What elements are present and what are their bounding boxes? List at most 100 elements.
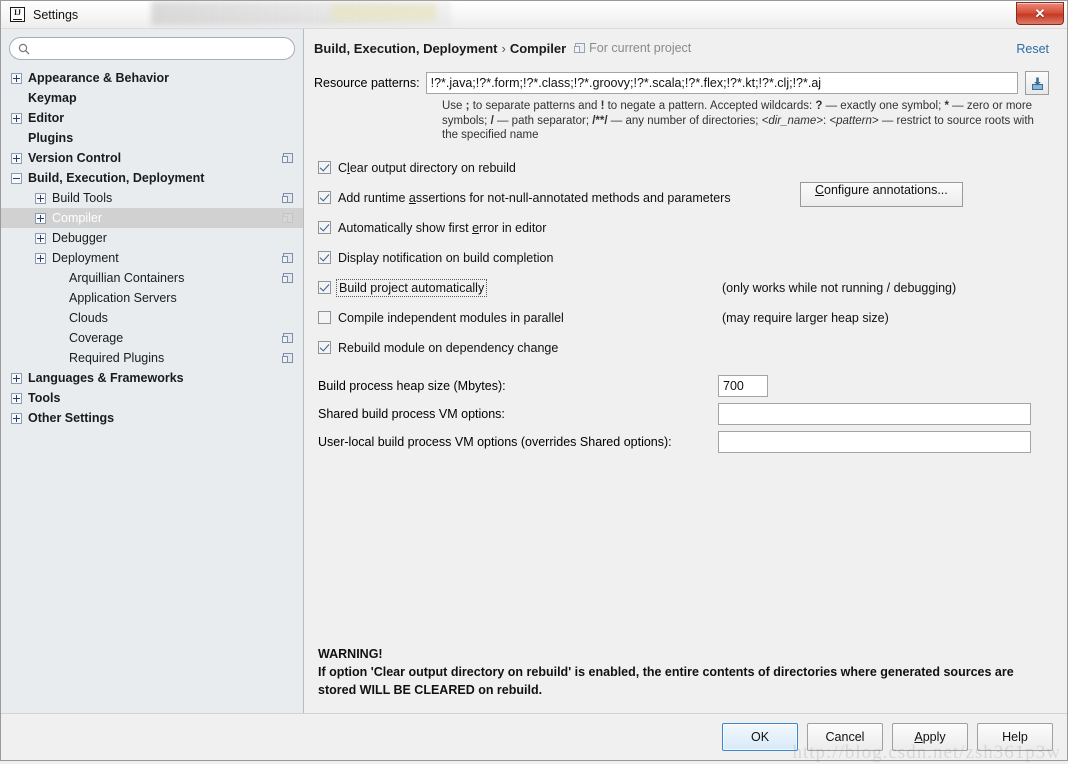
- checkbox-label[interactable]: Compile independent modules in parallel: [338, 311, 564, 325]
- field-label: Build process heap size (Mbytes):: [318, 378, 506, 393]
- expand-icon[interactable]: [11, 152, 22, 164]
- import-to-project-icon[interactable]: [1025, 71, 1049, 95]
- sidebar-item-compiler[interactable]: Compiler: [1, 208, 303, 228]
- sidebar-item-label: Appearance & Behavior: [28, 71, 170, 85]
- sidebar-item-label: Tools: [28, 391, 61, 405]
- field-input-shared-build-process-vm-options[interactable]: [718, 402, 1031, 425]
- sidebar-item-label: Other Settings: [28, 411, 115, 425]
- checkbox-label[interactable]: Display notification on build completion: [338, 251, 553, 265]
- sidebar-item-clouds[interactable]: Clouds: [1, 308, 303, 328]
- hint-t1: Use: [442, 100, 466, 112]
- tree-spacer-icon: [52, 333, 63, 344]
- sidebar-item-languages-frameworks[interactable]: Languages & Frameworks: [1, 368, 303, 388]
- sidebar-item-required-plugins[interactable]: Required Plugins: [1, 348, 303, 368]
- sidebar-item-label: Languages & Frameworks: [28, 371, 184, 385]
- project-scope-icon: [282, 253, 293, 263]
- sidebar-item-build-tools[interactable]: Build Tools: [1, 188, 303, 208]
- checkbox-row-clear-output-directory-on-rebuild: Clear output directory on rebuild: [318, 156, 1049, 180]
- checkbox-add-runtime-assertions-for-not-null-anno[interactable]: [318, 191, 331, 204]
- field-label: User-local build process VM options (ove…: [318, 434, 672, 449]
- close-icon[interactable]: ✕: [1016, 2, 1064, 25]
- configure-annotations-button[interactable]: Configure annotations...: [800, 181, 963, 207]
- expand-icon[interactable]: [35, 232, 46, 244]
- project-scope-icon: [282, 213, 293, 223]
- field-row-build-process-heap-size-mbytes: Build process heap size (Mbytes):: [318, 372, 1049, 400]
- search-input[interactable]: [34, 38, 286, 59]
- search-box[interactable]: [9, 37, 295, 60]
- hint-t6: — path separator;: [493, 114, 593, 127]
- dialog-footer: OK Cancel Apply Help http://blog.csdn.ne…: [1, 713, 1067, 763]
- expand-icon[interactable]: [11, 112, 22, 124]
- checkbox-label-mnemonic: e: [472, 220, 480, 235]
- resource-patterns-hint: Use ; to separate patterns and ! to nega…: [442, 99, 1049, 143]
- sidebar-item-appearance-behavior[interactable]: Appearance & Behavior: [1, 68, 303, 88]
- collapse-icon[interactable]: [11, 172, 22, 184]
- checkbox-display-notification-on-build-completion[interactable]: [318, 251, 331, 264]
- ok-button[interactable]: OK: [722, 723, 798, 751]
- field-input-build-process-heap-size-mbytes[interactable]: [718, 374, 768, 397]
- window-title: Settings: [33, 7, 79, 22]
- apply-label: Apply: [914, 730, 945, 744]
- checkbox-label-pre: Automatically show first: [338, 220, 473, 235]
- settings-tree: Appearance & Behavior Keymap Editor Plugins…: [1, 67, 303, 713]
- sidebar-item-label: Compiler: [52, 211, 103, 225]
- tree-spacer-icon: [11, 93, 22, 104]
- tree-spacer-icon: [11, 133, 22, 144]
- checkbox-label[interactable]: Add runtime assertions for not-null-anno…: [338, 191, 731, 205]
- expand-icon[interactable]: [35, 252, 46, 264]
- sidebar-item-deployment[interactable]: Deployment: [1, 248, 303, 268]
- sidebar-item-keymap[interactable]: Keymap: [1, 88, 303, 108]
- checkbox-label-pre: Build project automatically: [339, 280, 485, 295]
- sidebar-item-tools[interactable]: Tools: [1, 388, 303, 408]
- expand-icon[interactable]: [35, 192, 46, 204]
- sidebar-item-label: Keymap: [28, 91, 77, 105]
- expand-icon[interactable]: [11, 412, 22, 424]
- expand-icon[interactable]: [35, 212, 46, 224]
- help-button[interactable]: Help: [977, 723, 1053, 751]
- settings-dialog: Settings ✕ Appearance & Behavior Keymap Ed…: [0, 0, 1068, 763]
- expand-icon[interactable]: [11, 72, 22, 84]
- checkbox-label-pre: Add runtime: [338, 190, 409, 205]
- cancel-button[interactable]: Cancel: [807, 723, 883, 751]
- sidebar-item-arquillian-containers[interactable]: Arquillian Containers: [1, 268, 303, 288]
- sidebar-item-build-execution-deployment[interactable]: Build, Execution, Deployment: [1, 168, 303, 188]
- project-scope-icon: [282, 353, 293, 363]
- reset-link[interactable]: Reset: [1016, 42, 1049, 56]
- checkbox-label-pre: Display notification on build completion: [338, 250, 554, 265]
- checkbox-label-pre: C: [338, 160, 348, 175]
- sidebar-item-coverage[interactable]: Coverage: [1, 328, 303, 348]
- checkbox-row-build-project-automatically: Build project automatically (only works w…: [318, 276, 1049, 300]
- project-scope-icon: [282, 193, 293, 203]
- checkbox-label[interactable]: Rebuild module on dependency change: [338, 341, 558, 355]
- checkbox-label[interactable]: Build project automatically: [335, 278, 488, 297]
- sidebar-item-plugins[interactable]: Plugins: [1, 128, 303, 148]
- sidebar-item-label: Plugins: [28, 131, 74, 145]
- hint-pattern: <pattern>: [829, 114, 879, 127]
- expand-icon[interactable]: [11, 392, 22, 404]
- search-icon: [18, 43, 30, 54]
- resource-patterns-label: Resource patterns:: [314, 76, 420, 90]
- checkbox-label[interactable]: Clear output directory on rebuild: [338, 161, 516, 175]
- sidebar-item-label: Editor: [28, 111, 65, 125]
- checkbox-rebuild-module-on-dependency-change[interactable]: [318, 341, 331, 354]
- settings-main-panel: Build, Execution, Deployment › Compiler Fo…: [304, 29, 1067, 713]
- page-title: Build, Execution, Deployment › Compiler: [314, 41, 566, 56]
- sidebar-item-application-servers[interactable]: Application Servers: [1, 288, 303, 308]
- sidebar-item-debugger[interactable]: Debugger: [1, 228, 303, 248]
- checkbox-compile-independent-modules-in-parallel[interactable]: [318, 311, 331, 324]
- checkbox-label[interactable]: Automatically show first error in editor: [338, 221, 546, 235]
- sidebar-item-other-settings[interactable]: Other Settings: [1, 408, 303, 428]
- checkbox-row-display-notification-on-build-completion: Display notification on build completion: [318, 246, 1049, 270]
- sidebar-item-editor[interactable]: Editor: [1, 108, 303, 128]
- field-input-user-local-build-process-vm-options-over[interactable]: [718, 430, 1031, 453]
- resource-patterns-input[interactable]: [425, 72, 1018, 94]
- checkbox-automatically-show-first-error-in-editor[interactable]: [318, 221, 331, 234]
- checkbox-build-project-automatically[interactable]: [318, 281, 331, 294]
- checkbox-clear-output-directory-on-rebuild[interactable]: [318, 161, 331, 174]
- expand-icon[interactable]: [11, 372, 22, 384]
- sidebar-item-version-control[interactable]: Version Control: [1, 148, 303, 168]
- hint-dirname: <dir_name>: [761, 114, 823, 127]
- apply-button[interactable]: Apply: [892, 723, 968, 751]
- field-row-user-local-build-process-vm-options-over: User-local build process VM options (ove…: [318, 428, 1049, 456]
- checkbox-label-post: ear output directory on rebuild: [349, 160, 516, 175]
